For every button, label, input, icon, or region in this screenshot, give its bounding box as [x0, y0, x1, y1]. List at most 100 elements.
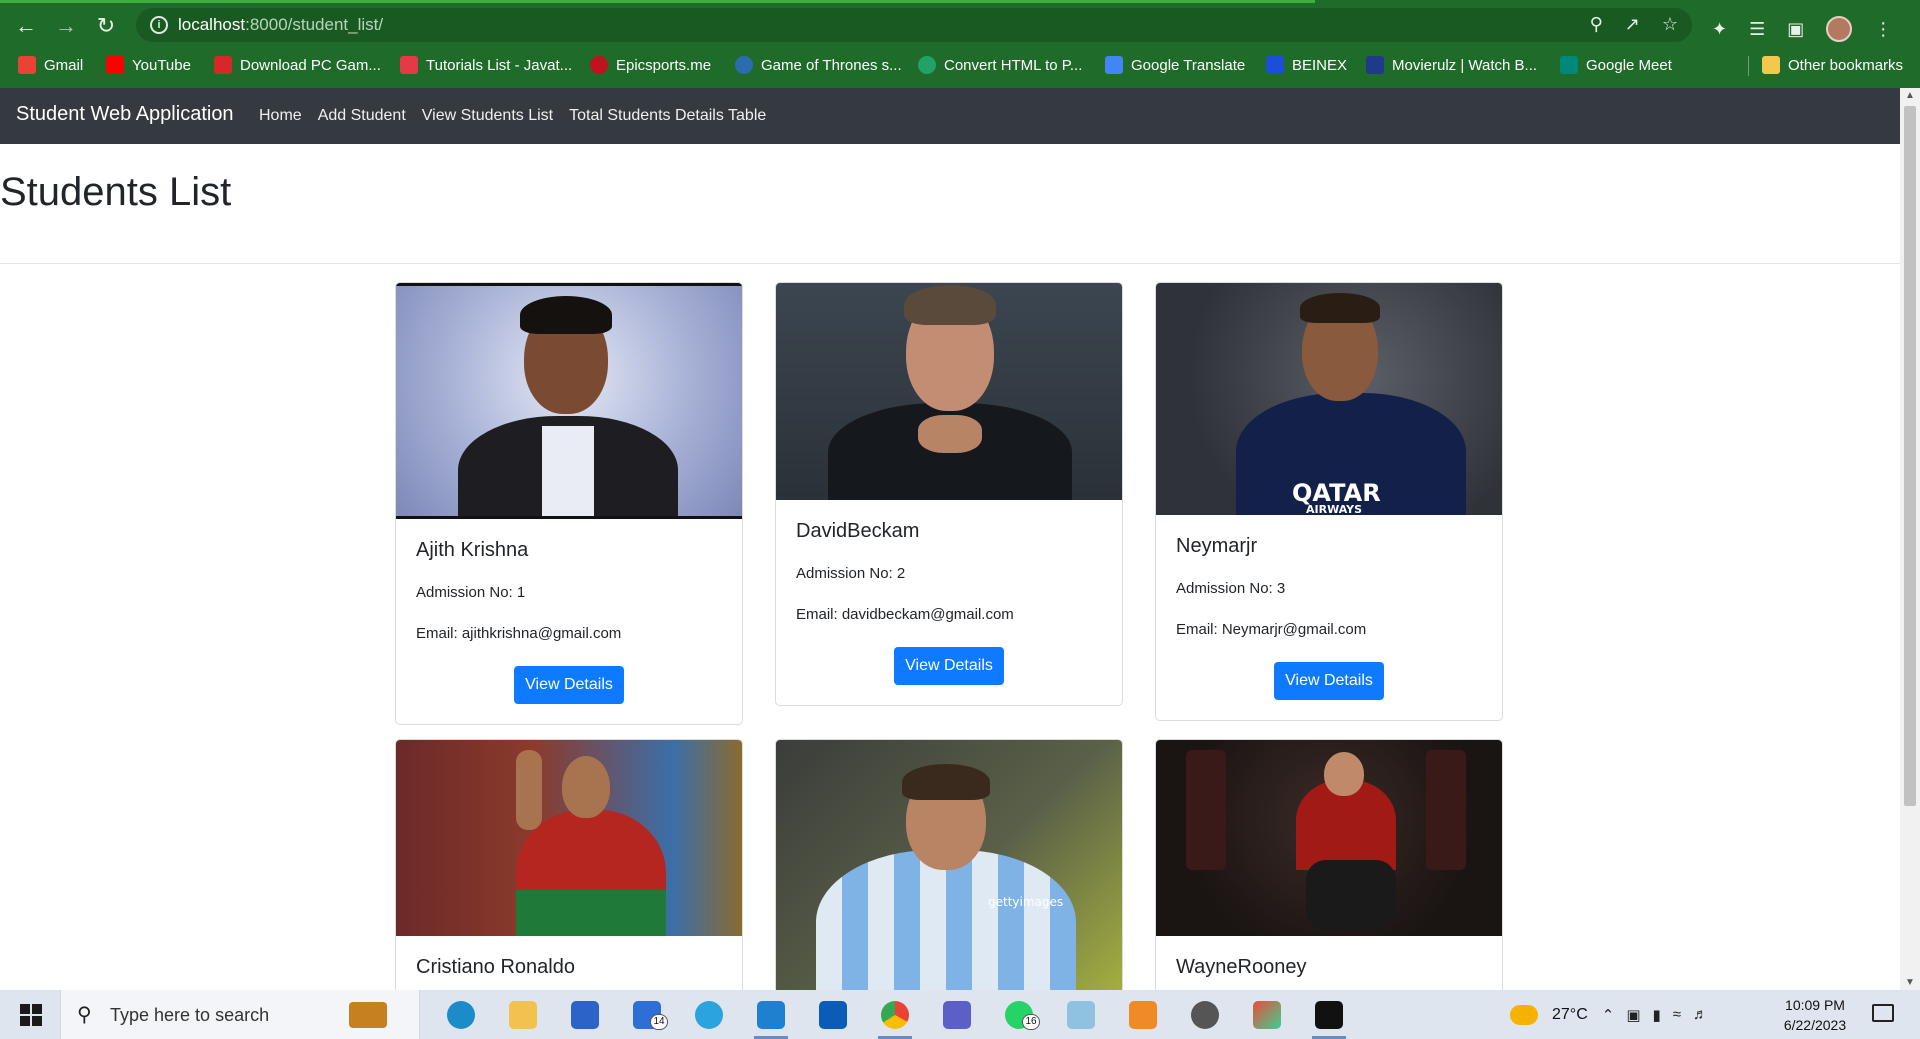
view-details-button[interactable]: View Details: [894, 647, 1004, 685]
search-placeholder: Type here to search: [110, 1005, 270, 1025]
notepad-app[interactable]: [1050, 990, 1112, 1039]
bookmark-game-of-thrones[interactable]: Game of Thrones s...: [735, 54, 902, 76]
notification-icon[interactable]: [1872, 1004, 1894, 1022]
page-viewport: Student Web Application Home Add Student…: [0, 88, 1900, 990]
admission-number: Admission No: 3: [1176, 580, 1286, 597]
student-email: Email: ajithkrishna@gmail.com: [416, 625, 622, 642]
bookmark-tutorials-list[interactable]: Tutorials List - Javat...: [400, 54, 572, 76]
bookmark-youtube[interactable]: YouTube: [106, 54, 191, 76]
student-name: Neymarjr: [1176, 535, 1258, 557]
nav-home[interactable]: Home: [259, 107, 302, 125]
watermark-text: gettyimages: [988, 895, 1064, 909]
taskbar-search[interactable]: ⚲ Type here to search: [60, 990, 420, 1039]
bookmark-epicsports[interactable]: Epicsports.me: [590, 54, 711, 76]
battery-icon[interactable]: ▮: [1653, 1006, 1661, 1024]
share-icon[interactable]: ↗: [1625, 14, 1640, 35]
avatar[interactable]: [1826, 16, 1853, 42]
vscode-icon: [757, 1000, 785, 1029]
weather-icon[interactable]: [1510, 1004, 1538, 1025]
student-name: DavidBeckam: [796, 520, 920, 542]
bookmark-google-meet[interactable]: Google Meet: [1560, 54, 1672, 76]
tab-strip-edge: [0, 0, 1315, 3]
sublime-app[interactable]: [1112, 990, 1174, 1039]
meet-icon: [1560, 56, 1578, 74]
scroll-down-icon[interactable]: ▼: [1905, 977, 1915, 988]
folder-icon: [509, 1000, 537, 1029]
other-bookmarks[interactable]: Other bookmarks: [1762, 54, 1903, 76]
chevron-up-icon[interactable]: ⌃: [1602, 1006, 1615, 1024]
chrome-app[interactable]: [864, 990, 926, 1039]
gmail-icon: [18, 56, 36, 74]
system-tray: 27°C ⌃ ▣ ▮ ≈ ♬: [1510, 990, 1708, 1039]
folder-icon: [1762, 56, 1780, 74]
store-app[interactable]: [554, 990, 616, 1039]
url-text[interactable]: localhost:8000/student_list/: [178, 15, 383, 35]
nav-view-students-list[interactable]: View Students List: [422, 107, 553, 125]
whatsapp-app[interactable]: 16: [988, 990, 1050, 1039]
bookmark-gmail[interactable]: Gmail: [18, 54, 83, 76]
clock[interactable]: 10:09 PM 6/22/2023: [1770, 995, 1860, 1035]
back-icon[interactable]: ←: [12, 12, 40, 40]
student-name: WayneRooney: [1176, 956, 1307, 978]
site-info-icon[interactable]: i: [150, 16, 168, 34]
mail-app[interactable]: 14: [616, 990, 678, 1039]
zoom-icon[interactable]: ⚲: [1590, 14, 1603, 35]
sublime-icon: [1129, 1000, 1157, 1029]
outlook-app[interactable]: [802, 990, 864, 1039]
bookmark-convert-html[interactable]: Convert HTML to P...: [918, 54, 1082, 76]
file-explorer-app[interactable]: [492, 990, 554, 1039]
git-app[interactable]: [1236, 990, 1298, 1039]
taskbar-apps: 14 16: [430, 990, 1360, 1039]
nav-total-students-table[interactable]: Total Students Details Table: [569, 107, 766, 125]
beinex-icon: [1266, 56, 1284, 74]
nav-add-student[interactable]: Add Student: [318, 107, 406, 125]
page-scrollbar[interactable]: ▲ ▼: [1900, 88, 1920, 990]
teams-app[interactable]: [926, 990, 988, 1039]
view-details-button[interactable]: View Details: [514, 666, 624, 704]
meet-now-icon[interactable]: ▣: [1626, 1006, 1640, 1024]
edge-app[interactable]: [430, 990, 492, 1039]
bookmark-movierulz[interactable]: Movierulz | Watch B...: [1366, 54, 1537, 76]
volume-icon[interactable]: ♬: [1693, 1006, 1708, 1024]
bookmarks-bar: Gmail YouTube Download PC Gam... Tutoria…: [0, 50, 1920, 80]
media-icon[interactable]: ☰: [1749, 19, 1765, 40]
bookmark-google-translate[interactable]: Google Translate: [1105, 54, 1245, 76]
outlook-icon: [819, 1000, 847, 1029]
briefcase-icon: [349, 1002, 387, 1028]
student-card: Cristiano Ronaldo: [395, 739, 743, 990]
telegram-icon: [695, 1000, 723, 1029]
navbar: Student Web Application Home Add Student…: [0, 88, 1900, 144]
epicsports-icon: [590, 56, 608, 74]
taskbar: ⚲ Type here to search 14 16 27°C ⌃ ▣ ▮ ≈…: [0, 990, 1920, 1039]
star-icon[interactable]: ☆: [1662, 14, 1678, 35]
temperature[interactable]: 27°C: [1552, 1006, 1588, 1024]
brand-link[interactable]: Student Web Application: [16, 103, 234, 126]
bookmark-beinex[interactable]: BEINEX: [1266, 54, 1347, 76]
menu-icon[interactable]: ⋮: [1874, 19, 1892, 40]
forward-icon[interactable]: →: [52, 12, 80, 40]
divider: [0, 263, 1900, 264]
game-icon: [214, 56, 232, 74]
javatpoint-icon: [400, 56, 418, 74]
student-photo: [396, 283, 742, 519]
address-bar[interactable]: i localhost:8000/student_list/ ⚲ ↗ ☆: [136, 8, 1692, 42]
telegram-app[interactable]: [678, 990, 740, 1039]
scroll-thumb[interactable]: [1904, 106, 1916, 806]
page-title: Students List: [0, 170, 232, 214]
gear-icon: [1191, 1000, 1219, 1029]
windows-start-icon[interactable]: [20, 1004, 42, 1026]
side-panel-icon[interactable]: ▣: [1787, 19, 1804, 40]
reload-icon[interactable]: ↻: [92, 12, 120, 40]
student-email: Email: davidbeckam@gmail.com: [796, 606, 1014, 623]
view-details-button[interactable]: View Details: [1274, 662, 1384, 700]
vscode-app[interactable]: [740, 990, 802, 1039]
student-card: QATAR AIRWAYS Neymarjr Admission No: 3 E…: [1155, 282, 1503, 721]
bookmark-download-pc-games[interactable]: Download PC Gam...: [214, 54, 381, 76]
convert-icon: [918, 56, 936, 74]
wifi-icon[interactable]: ≈: [1673, 1006, 1681, 1024]
store-icon: [571, 1000, 599, 1029]
settings-app[interactable]: [1174, 990, 1236, 1039]
terminal-app[interactable]: [1298, 990, 1360, 1039]
scroll-up-icon[interactable]: ▲: [1905, 90, 1915, 101]
extensions-icon[interactable]: ✦: [1712, 19, 1727, 40]
